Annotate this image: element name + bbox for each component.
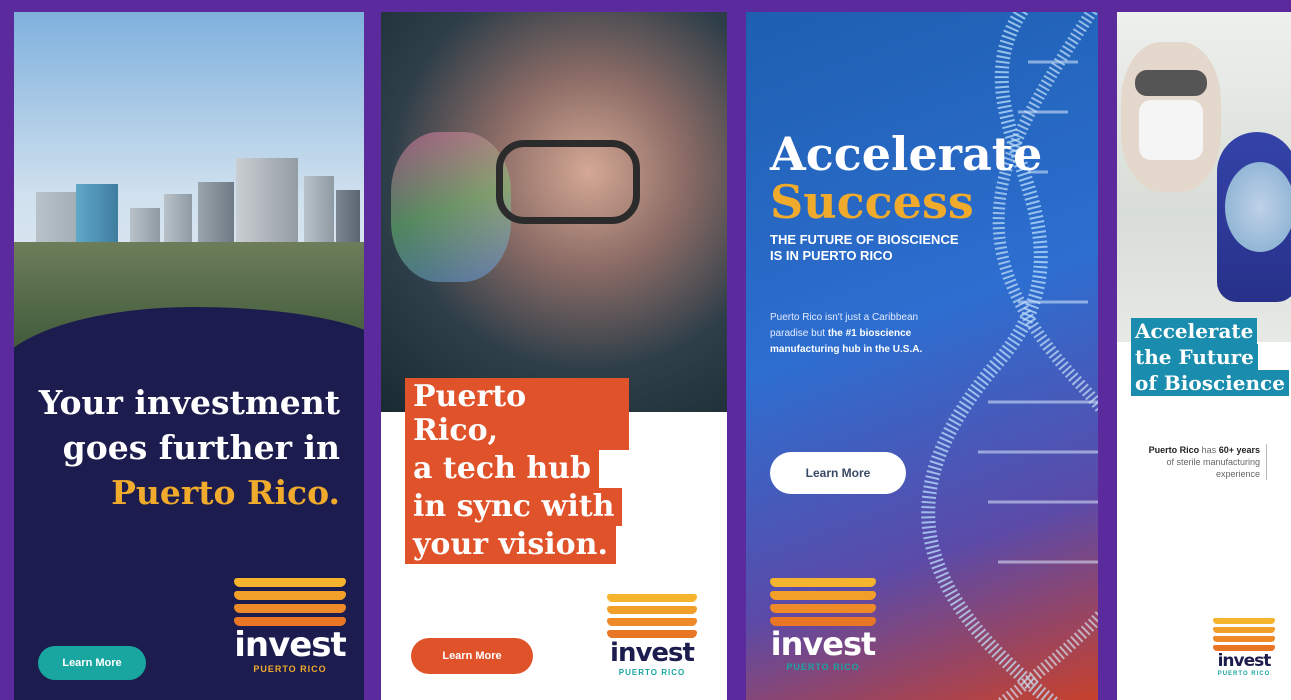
body-text: Puerto Rico isn't just a Caribbean parad…	[770, 310, 930, 358]
headline-highlight: Puerto Rico.	[111, 473, 340, 512]
building	[304, 176, 334, 252]
ad-card-tech-hub: Puerto Rico, a tech hub in sync with you…	[381, 12, 727, 700]
logo-stripes-icon	[1213, 618, 1275, 651]
learn-more-button[interactable]: Learn More	[770, 452, 906, 494]
light-reflection	[391, 132, 511, 282]
subtitle-line: IS IN PUERTO RICO	[770, 248, 893, 263]
headline-line: Puerto Rico,	[405, 378, 629, 450]
title-highlight: Success	[770, 175, 974, 229]
face-mask-icon	[1139, 100, 1203, 160]
logo-sub: PUERTO RICO	[1217, 671, 1271, 677]
headline-line: your vision.	[405, 526, 616, 564]
headline-line: a tech hub	[405, 450, 599, 488]
invest-logo: invest PUERTO RICO	[1213, 618, 1275, 677]
headline-line: in sync with	[405, 488, 623, 526]
logo-sub: PUERTO RICO	[253, 664, 327, 674]
logo-word: invest	[234, 625, 347, 665]
title-line: Accelerate	[770, 127, 1043, 181]
subtitle: THE FUTURE OF BIOSCIENCE IS IN PUERTO RI…	[770, 232, 1060, 264]
body-plain: has	[1201, 445, 1217, 455]
headline-line: Your investment	[38, 383, 340, 422]
title-line: Accelerate	[1131, 318, 1258, 344]
body-text: Puerto Rico has 60+ years of sterile man…	[1140, 444, 1267, 480]
scientist-photo	[1117, 12, 1291, 342]
building	[236, 158, 298, 252]
title: Accelerate the Future of Bioscience	[1131, 318, 1291, 396]
invest-logo: invest PUERTO RICO	[607, 594, 697, 677]
woman-with-glasses-photo	[381, 12, 727, 412]
logo-stripes-icon	[234, 578, 346, 626]
goggles-icon	[1135, 70, 1207, 96]
logo-word: invest	[610, 638, 695, 668]
glasses-icon	[496, 140, 640, 224]
invest-logo: invest PUERTO RICO	[770, 578, 876, 672]
learn-more-button[interactable]: Learn More	[411, 638, 533, 674]
ad-card-investment: Your investment goes further in Puerto R…	[14, 12, 364, 700]
headline-line: goes further in	[62, 428, 340, 467]
logo-sub: PUERTO RICO	[786, 662, 860, 672]
body-bold: Puerto Rico	[1148, 445, 1200, 455]
logo-sub: PUERTO RICO	[618, 668, 686, 677]
headline: Puerto Rico, a tech hub in sync with you…	[405, 378, 629, 564]
ad-card-bioscience: Accelerate Success THE FUTURE OF BIOSCIE…	[746, 12, 1098, 700]
logo-word: invest	[770, 625, 877, 663]
subtitle-line: THE FUTURE OF BIOSCIENCE	[770, 232, 959, 247]
headline: Your investment goes further in Puerto R…	[20, 380, 340, 515]
ad-card-bioscience-future: Accelerate the Future of Bioscience Puer…	[1117, 12, 1291, 700]
title-line: the Future	[1131, 344, 1258, 370]
body-plain: of sterile manufacturing experience	[1166, 457, 1260, 479]
invest-logo: invest PUERTO RICO	[234, 578, 347, 674]
title-line: of Bioscience	[1131, 370, 1289, 396]
logo-word: invest	[1217, 651, 1272, 671]
body-bold: 60+ years	[1218, 445, 1260, 455]
logo-stripes-icon	[770, 578, 876, 626]
learn-more-button[interactable]: Learn More	[38, 646, 146, 680]
petri-dish-icon	[1225, 162, 1291, 252]
logo-stripes-icon	[607, 594, 697, 638]
